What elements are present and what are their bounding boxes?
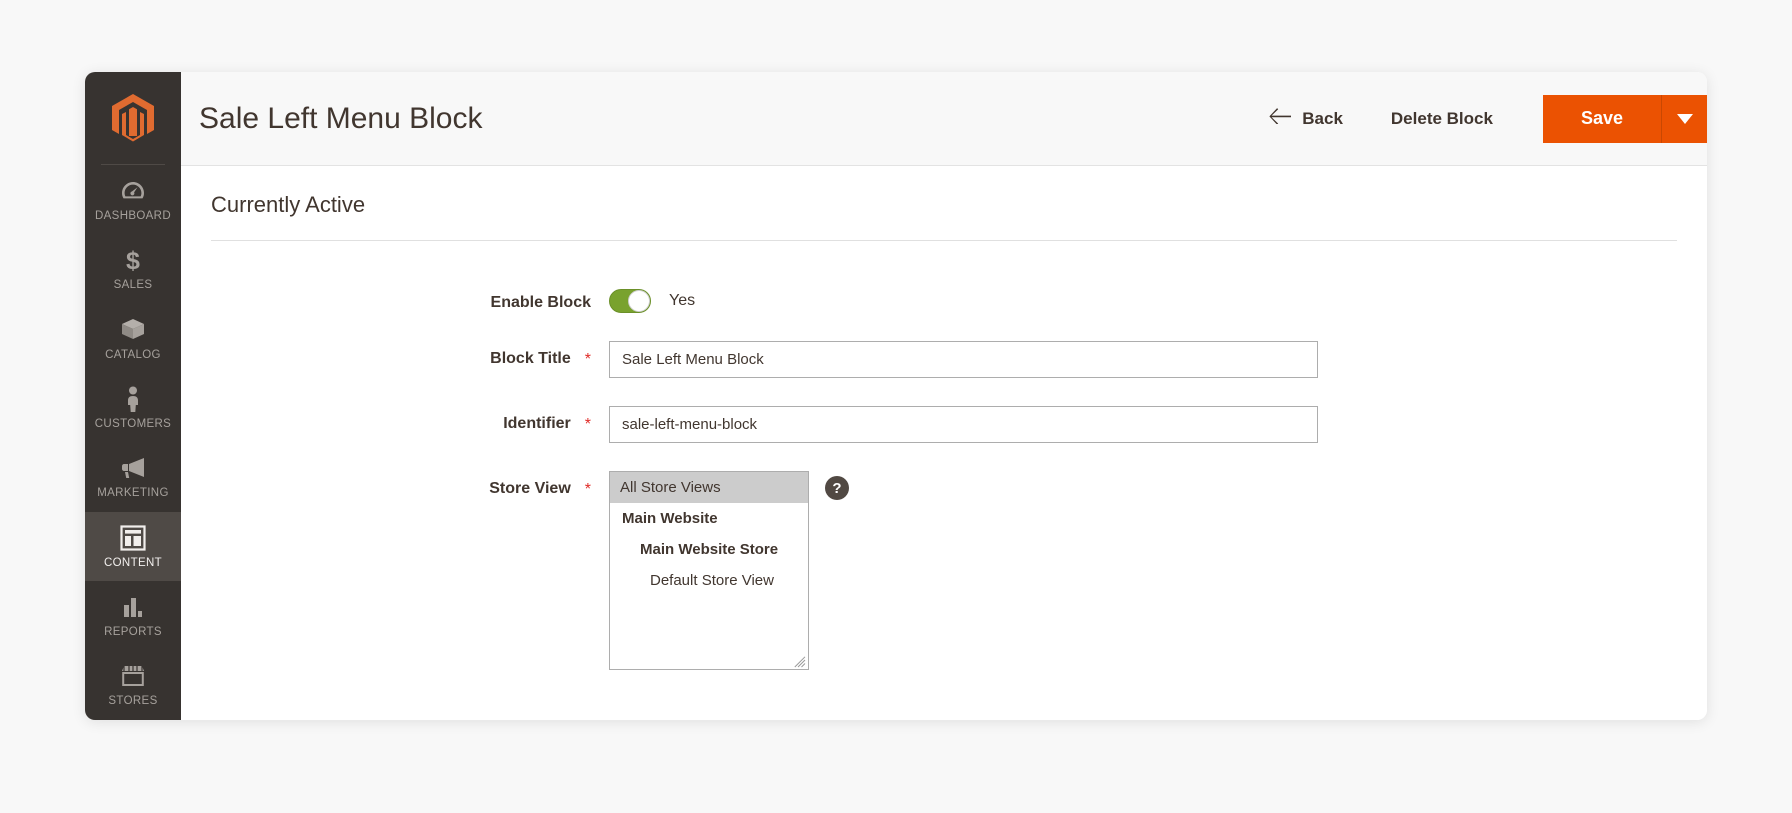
dashboard-gauge-icon — [120, 178, 146, 204]
screen: DASHBOARD $ SALES CATALOG CUSTOMERS MARK… — [0, 0, 1792, 813]
sidebar-item-label: CATALOG — [105, 348, 161, 361]
question-mark-icon[interactable]: ? — [825, 476, 849, 500]
enable-block-toggle-text: Yes — [669, 292, 696, 309]
admin-panel-card: DASHBOARD $ SALES CATALOG CUSTOMERS MARK… — [85, 72, 1707, 720]
magento-logo[interactable] — [101, 72, 165, 166]
resize-handle[interactable] — [794, 655, 806, 668]
field-row-store-view: Store View * All Store Views Main Websit… — [211, 471, 1677, 670]
store-view-option[interactable]: Main Website Store — [610, 534, 808, 565]
sidebar-item-label: CUSTOMERS — [94, 417, 172, 430]
dollar-sign-icon: $ — [120, 247, 146, 273]
delete-block-button[interactable]: Delete Block — [1367, 109, 1517, 129]
store-view-multiselect[interactable]: All Store Views Main Website Main Websit… — [609, 471, 809, 670]
block-title-label: Block Title — [490, 350, 571, 367]
sidebar-item-reports[interactable]: REPORTS — [85, 581, 181, 650]
identifier-input[interactable] — [609, 406, 1318, 443]
store-view-label: Store View — [489, 480, 571, 497]
page-header: Sale Left Menu Block Back Delete Block S… — [181, 72, 1707, 166]
sidebar-item-content[interactable]: CONTENT — [85, 511, 181, 582]
page-title: Sale Left Menu Block — [199, 101, 483, 135]
layout-blocks-icon — [120, 525, 146, 551]
enable-block-toggle-row: Yes — [609, 285, 695, 313]
main-pane: Sale Left Menu Block Back Delete Block S… — [181, 72, 1707, 720]
field-row-block-title: Block Title * — [211, 341, 1677, 378]
section-title: Currently Active — [211, 192, 366, 217]
sidebar-item-stores[interactable]: STORES — [85, 651, 181, 720]
save-button-group: Save — [1542, 94, 1707, 143]
field-row-enable-block: Enable Block Yes — [211, 285, 1677, 313]
sidebar-item-label: CONTENT — [103, 556, 163, 569]
enable-block-toggle[interactable] — [609, 289, 651, 313]
bar-chart-icon — [120, 594, 146, 620]
save-options-button[interactable] — [1661, 94, 1707, 143]
store-view-control: All Store Views Main Website Main Websit… — [609, 471, 849, 670]
box-icon — [120, 317, 146, 343]
block-title-label-wrap: Block Title * — [211, 341, 591, 368]
required-marker: * — [584, 416, 591, 433]
toggle-knob — [628, 290, 650, 312]
delete-block-label: Delete Block — [1390, 108, 1493, 128]
block-form: Enable Block Yes Block Title * Sale Left… — [211, 241, 1677, 670]
enable-block-label: Enable Block — [490, 294, 591, 311]
person-icon — [120, 386, 146, 412]
megaphone-icon — [120, 455, 146, 481]
store-view-option[interactable]: Default Store View — [610, 565, 808, 596]
store-view-label-wrap: Store View * — [211, 471, 591, 498]
back-label: Back — [1302, 108, 1343, 128]
sidebar: DASHBOARD $ SALES CATALOG CUSTOMERS MARK… — [85, 72, 181, 720]
sidebar-item-label: DASHBOARD — [95, 209, 171, 222]
sidebar-item-catalog[interactable]: CATALOG — [85, 304, 181, 373]
required-marker: * — [584, 481, 591, 498]
save-button[interactable]: Save — [1542, 94, 1661, 143]
arrow-left-icon — [1269, 108, 1293, 129]
sidebar-item-marketing[interactable]: MARKETING — [85, 443, 181, 512]
store-view-option[interactable]: Main Website — [610, 503, 808, 534]
storefront-icon — [120, 663, 146, 689]
section-header: Currently Active — [211, 166, 1677, 241]
block-title-control — [609, 341, 1318, 378]
header-actions: Back Delete Block Save — [1245, 72, 1707, 165]
sidebar-item-label: MARKETING — [97, 487, 169, 500]
identifier-label-wrap: Identifier * — [211, 406, 591, 433]
enable-block-control: Yes — [609, 285, 695, 313]
field-row-identifier: Identifier * — [211, 406, 1677, 443]
back-button[interactable]: Back — [1245, 108, 1367, 129]
content-area: Currently Active Enable Block Yes Block … — [181, 166, 1707, 720]
sidebar-item-label: STORES — [108, 695, 158, 708]
caret-down-icon — [1676, 113, 1693, 124]
identifier-label: Identifier — [503, 415, 571, 432]
svg-text:$: $ — [126, 247, 140, 273]
required-marker: * — [584, 351, 591, 368]
sidebar-item-dashboard[interactable]: DASHBOARD — [85, 165, 181, 234]
store-view-option[interactable]: All Store Views — [610, 472, 808, 503]
block-title-input[interactable] — [609, 341, 1318, 378]
sidebar-item-customers[interactable]: CUSTOMERS — [85, 373, 181, 442]
identifier-control — [609, 406, 1318, 443]
enable-block-label-wrap: Enable Block — [211, 285, 591, 312]
sidebar-item-label: SALES — [113, 279, 153, 292]
sidebar-item-label: REPORTS — [104, 625, 162, 638]
sidebar-item-sales[interactable]: $ SALES — [85, 235, 181, 304]
